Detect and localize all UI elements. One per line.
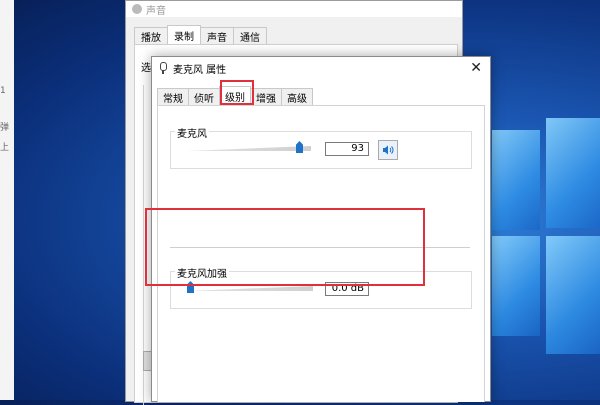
windows-logo <box>492 118 600 358</box>
sound-tabs: 播放 录制 声音 通信 <box>134 25 267 45</box>
tab-playback[interactable]: 播放 <box>134 27 168 45</box>
sound-window-title: 声音 <box>146 5 166 17</box>
select-device-label: 选 <box>141 63 151 74</box>
tab-communications[interactable]: 通信 <box>233 27 267 45</box>
tab-listen[interactable]: 侦听 <box>188 88 220 105</box>
tab-enhancements[interactable]: 增强 <box>250 88 282 105</box>
sound-app-icon <box>132 4 142 14</box>
microphone-level-label: 麦克风 <box>175 125 209 140</box>
close-icon[interactable]: ✕ <box>470 60 482 76</box>
sound-window-titlebar[interactable]: 声音 <box>126 1 462 17</box>
microphone-level-value[interactable]: 93 <box>325 142 369 156</box>
mic-dialog-title: 麦克风 属性 <box>173 64 227 76</box>
tab-sounds[interactable]: 声音 <box>200 27 234 45</box>
levels-tab-highlight <box>220 80 254 105</box>
stub-text: 1 <box>0 86 6 96</box>
tab-advanced[interactable]: 高级 <box>281 88 313 105</box>
boost-section-highlight <box>145 208 425 286</box>
tab-general[interactable]: 常规 <box>157 88 189 105</box>
stub-text: 弹 <box>0 123 10 133</box>
microphone-level-group: 麦克风 93 <box>170 125 472 169</box>
speaker-icon <box>383 145 394 155</box>
mic-dialog-titlebar[interactable]: 麦克风 属性 <box>152 57 490 79</box>
microphone-icon <box>158 62 168 74</box>
mute-button[interactable] <box>378 140 398 160</box>
slider-track <box>187 286 313 291</box>
microphone-level-slider[interactable] <box>187 141 311 155</box>
stub-text: 上 <box>0 143 10 153</box>
tab-recording[interactable]: 录制 <box>167 25 201 45</box>
slider-thumb[interactable] <box>296 141 303 153</box>
slider-track <box>187 146 311 151</box>
background-window-strip: 1 弹 上 <box>0 0 14 400</box>
